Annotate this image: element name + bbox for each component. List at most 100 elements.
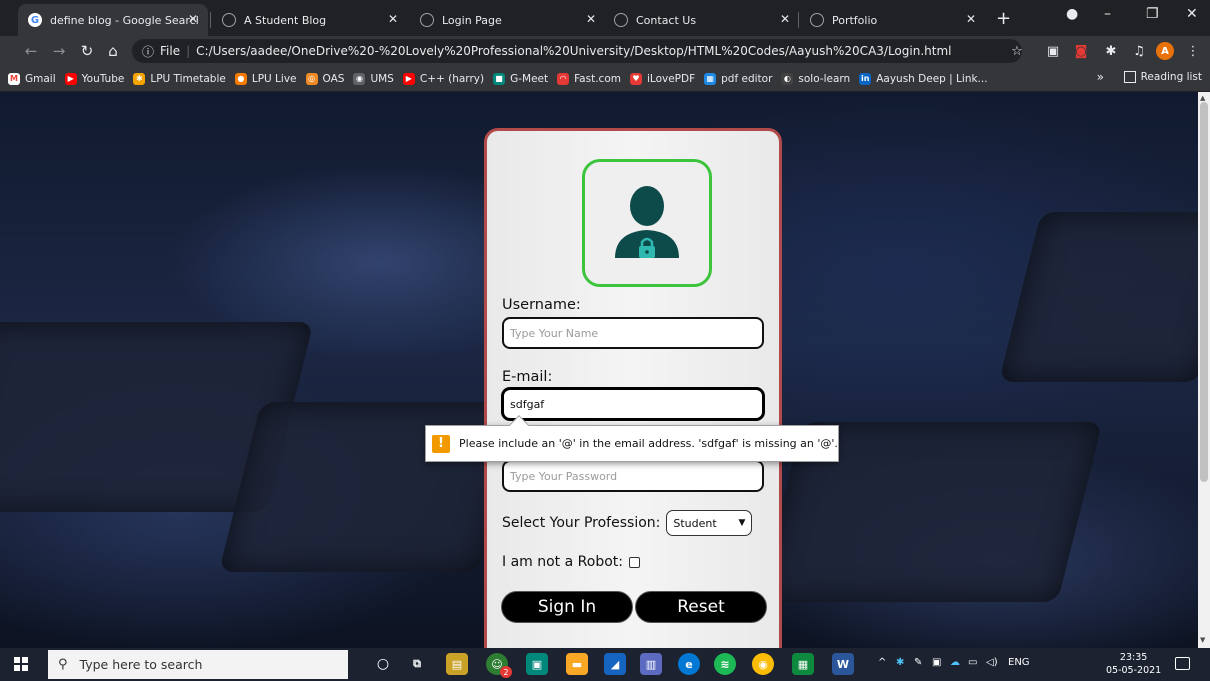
url-text[interactable]: C:/Users/aadee/OneDrive%20-%20Lovely%20P… xyxy=(196,44,951,58)
bookmark-pdf-editor[interactable]: ▦ pdf editor xyxy=(704,72,772,85)
cortana-icon[interactable]: ○ xyxy=(372,653,394,675)
username-label: Username: xyxy=(502,297,581,313)
reset-button[interactable]: Reset xyxy=(635,591,767,623)
chrome-icon[interactable]: ◉ xyxy=(752,653,774,675)
page-background: Username: E-mail: Select Your Profession… xyxy=(0,92,1198,648)
excel-chart-icon[interactable]: ▦ xyxy=(792,653,814,675)
word-icon[interactable]: W xyxy=(832,653,854,675)
close-icon[interactable]: ✕ xyxy=(388,12,398,26)
page-scrollbar[interactable]: ▲ ▼ xyxy=(1198,92,1210,648)
globe-icon xyxy=(614,13,628,27)
tab-contact-us[interactable]: Contact Us ✕ xyxy=(604,4,800,36)
bookmark-label: G-Meet xyxy=(510,72,549,85)
more-menu-icon[interactable]: ⋮ xyxy=(1184,42,1202,60)
network-icon[interactable]: ▭ xyxy=(968,657,977,668)
tab-search-icon[interactable]: ● xyxy=(1066,6,1078,22)
bookmark-ilovepdf[interactable]: ♥ iLovePDF xyxy=(629,72,695,85)
bookmark-cpp-harry[interactable]: ▶ C++ (harry) xyxy=(402,72,484,85)
reload-icon[interactable]: ↻ xyxy=(76,40,98,62)
file-explorer-icon[interactable]: ▬ xyxy=(566,653,588,675)
warning-icon: ! xyxy=(432,434,450,453)
windows-start-icon[interactable] xyxy=(14,657,28,671)
bookmark-label: LPU Live xyxy=(251,72,297,85)
minimize-icon[interactable]: – xyxy=(1104,6,1111,22)
bookmarks-overflow-button[interactable]: » xyxy=(1097,70,1104,84)
onedrive-icon[interactable]: ☁ xyxy=(950,657,960,668)
meet-icon: ■ xyxy=(493,72,506,85)
close-icon[interactable]: ✕ xyxy=(780,12,790,26)
camera-extension-icon[interactable]: ▣ xyxy=(1044,42,1062,60)
red-extension-icon[interactable]: ◙ xyxy=(1072,42,1090,60)
profile-avatar[interactable]: A xyxy=(1156,42,1174,60)
bluetooth-icon[interactable]: ✱ xyxy=(896,657,904,668)
action-center-icon[interactable] xyxy=(1175,657,1190,670)
forward-arrow-icon[interactable]: → xyxy=(48,40,70,62)
bookmark-linkedin[interactable]: in Aayush Deep | Link... xyxy=(859,72,988,85)
timetable-icon: ✱ xyxy=(133,72,146,85)
bookmark-oas[interactable]: ◎ OAS xyxy=(305,72,344,85)
scrollbar-thumb[interactable] xyxy=(1200,102,1208,482)
address-bar[interactable]: ⓘ File | C:/Users/aadee/OneDrive%20-%20L… xyxy=(132,39,1022,63)
close-icon[interactable]: ✕ xyxy=(966,12,976,26)
bookmark-star-icon[interactable]: ☆ xyxy=(1008,42,1026,60)
edge-icon[interactable]: e xyxy=(678,653,700,675)
tab-portfolio[interactable]: Portfolio ✕ xyxy=(800,4,986,36)
bookmark-lpu-live[interactable]: ● LPU Live xyxy=(234,72,297,85)
sign-in-button[interactable]: Sign In xyxy=(501,591,633,623)
password-input[interactable] xyxy=(502,460,764,492)
pdf-editor-icon: ▦ xyxy=(704,72,717,85)
bookmark-ums[interactable]: ◉ UMS xyxy=(353,72,394,85)
restore-icon[interactable]: ❐ xyxy=(1146,6,1159,22)
globe-icon xyxy=(420,13,434,27)
app-icon[interactable]: ▣ xyxy=(526,653,548,675)
display-icon[interactable]: ▣ xyxy=(932,657,941,668)
email-label: E-mail: xyxy=(502,369,553,385)
bookmark-lpu-timetable[interactable]: ✱ LPU Timetable xyxy=(133,72,226,85)
tab-student-blog[interactable]: A Student Blog ✕ xyxy=(212,4,408,36)
spotify-icon[interactable]: ≋ xyxy=(714,653,736,675)
bookmark-label: Gmail xyxy=(25,72,56,85)
reading-list-button[interactable]: Reading list xyxy=(1123,71,1202,83)
volume-icon[interactable]: ◁) xyxy=(986,657,998,668)
app-icon[interactable]: ▥ xyxy=(640,653,662,675)
new-tab-button[interactable]: + xyxy=(996,8,1011,29)
bookmark-fast-com[interactable]: ◠ Fast.com xyxy=(557,72,621,85)
bookmark-gmail[interactable]: M Gmail xyxy=(8,72,56,85)
username-input[interactable] xyxy=(502,317,764,349)
store-icon[interactable]: ▤ xyxy=(446,653,468,675)
browser-toolbar: ← → ↻ ⌂ ⓘ File | C:/Users/aadee/OneDrive… xyxy=(0,36,1210,66)
tab-title: Portfolio xyxy=(832,13,878,27)
bookmark-solo-learn[interactable]: ◐ solo-learn xyxy=(781,72,850,85)
robot-row: I am not a Robot: xyxy=(502,554,640,570)
media-control-icon[interactable]: ♫ xyxy=(1130,42,1148,60)
bookmark-youtube[interactable]: ▶ YouTube xyxy=(64,72,124,85)
bookmark-g-meet[interactable]: ■ G-Meet xyxy=(493,72,549,85)
close-window-icon[interactable]: ✕ xyxy=(1186,6,1198,22)
profession-select[interactable]: Student ▼ xyxy=(666,510,753,536)
taskbar-search-box[interactable]: ⚲ Type here to search xyxy=(48,650,348,679)
pen-icon[interactable]: ✎ xyxy=(914,657,922,668)
tab-google-search[interactable]: G define blog - Google Search ✕ xyxy=(18,4,208,36)
info-icon[interactable]: ⓘ xyxy=(142,43,154,60)
home-icon[interactable]: ⌂ xyxy=(102,40,124,62)
close-icon[interactable]: ✕ xyxy=(188,12,198,26)
robot-checkbox[interactable] xyxy=(628,556,640,568)
language-indicator[interactable]: ENG xyxy=(1008,657,1030,668)
scroll-up-icon[interactable]: ▲ xyxy=(1200,94,1205,102)
bookmark-label: UMS xyxy=(370,72,394,85)
task-view-icon[interactable]: ⧉ xyxy=(406,653,428,675)
close-icon[interactable]: ✕ xyxy=(586,12,596,26)
user-avatar-box xyxy=(582,159,712,287)
bookmark-label: Fast.com xyxy=(574,72,621,85)
app-icon[interactable]: ◢ xyxy=(604,653,626,675)
back-arrow-icon[interactable]: ← xyxy=(20,40,42,62)
bookmark-label: LPU Timetable xyxy=(150,72,226,85)
search-icon: ⚲ xyxy=(58,657,68,672)
email-input[interactable] xyxy=(502,388,764,420)
chevron-up-icon[interactable]: ^ xyxy=(878,657,886,668)
system-clock[interactable]: 23:35 05-05-2021 xyxy=(1106,651,1161,677)
scroll-down-icon[interactable]: ▼ xyxy=(1200,636,1205,644)
extensions-puzzle-icon[interactable]: ✱ xyxy=(1102,42,1120,60)
robot-label: I am not a Robot: xyxy=(502,554,623,570)
tab-login-page[interactable]: Login Page ✕ xyxy=(410,4,606,36)
